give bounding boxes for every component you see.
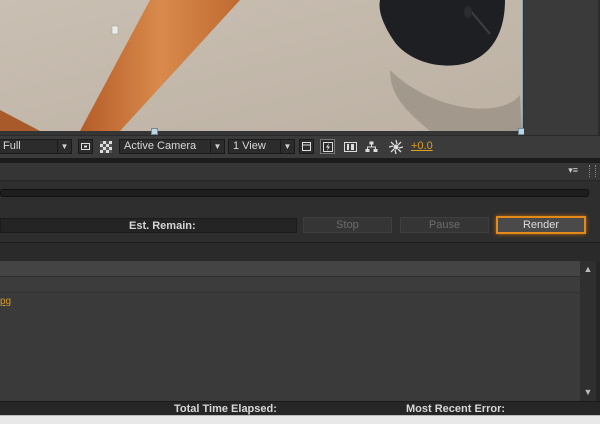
reset-exposure-icon[interactable] (388, 139, 403, 154)
exposure-value[interactable]: +0.0 (411, 140, 433, 152)
region-of-interest-icon[interactable] (78, 139, 93, 154)
fast-previews-icon[interactable] (320, 139, 335, 154)
flowchart-icon[interactable] (364, 139, 379, 154)
panel-grip-icon[interactable] (589, 165, 596, 177)
render-queue-header: ▾≡ (0, 163, 600, 181)
stop-button[interactable]: Stop (303, 217, 392, 233)
scroll-down-icon[interactable]: ▼ (582, 386, 594, 398)
panel-menu-icon[interactable]: ▾≡ (568, 165, 578, 176)
panel-edge (596, 261, 600, 401)
est-remain-label: Est. Remain: (129, 220, 196, 232)
render-progress-area (0, 181, 600, 210)
viewer-pasteboard (524, 0, 600, 135)
est-remain-field: Est. Remain: (0, 218, 297, 233)
viewer-toolbar: Full ▼ Active Camera ▼ 1 View ▼ +0.0 (0, 135, 600, 158)
view-layout-dropdown[interactable]: 1 View ▼ (228, 139, 295, 154)
pause-button[interactable]: Pause (400, 217, 489, 233)
toggle-pixel-aspect-icon[interactable] (299, 139, 314, 154)
render-controls: Est. Remain: Stop Pause Render (0, 210, 600, 242)
render-queue-list[interactable]: pg (0, 261, 580, 401)
transparency-grid-icon[interactable] (98, 139, 113, 154)
chevron-down-icon: ▼ (57, 140, 71, 153)
view-layout-value: 1 View (233, 140, 266, 152)
timeline-icon[interactable] (343, 139, 358, 154)
composition-canvas[interactable] (0, 0, 523, 131)
list-column-header[interactable] (0, 261, 580, 277)
render-progress-bar (0, 189, 589, 197)
render-item-link[interactable]: pg (0, 296, 11, 307)
total-time-elapsed-label: Total Time Elapsed: (174, 403, 277, 415)
list-scrollbar[interactable]: ▲ ▼ (580, 261, 596, 401)
render-button[interactable]: Render (496, 216, 586, 234)
queue-toolbar-separator (0, 242, 600, 261)
composition-viewer[interactable] (0, 0, 600, 135)
list-subheader (0, 277, 580, 293)
chevron-down-icon: ▼ (280, 140, 294, 153)
most-recent-error-label: Most Recent Error: (406, 403, 506, 415)
chevron-down-icon: ▼ (210, 140, 224, 153)
magnification-dropdown[interactable]: Full ▼ (0, 139, 72, 154)
layer-handle[interactable] (151, 128, 158, 135)
camera-dropdown[interactable]: Active Camera ▼ (119, 139, 225, 154)
render-status-footer: Total Time Elapsed: Most Recent Error: (0, 401, 600, 416)
camera-value: Active Camera (124, 140, 197, 152)
footage-frame (0, 0, 522, 131)
scroll-up-icon[interactable]: ▲ (582, 263, 594, 275)
magnification-value: Full (3, 140, 21, 152)
